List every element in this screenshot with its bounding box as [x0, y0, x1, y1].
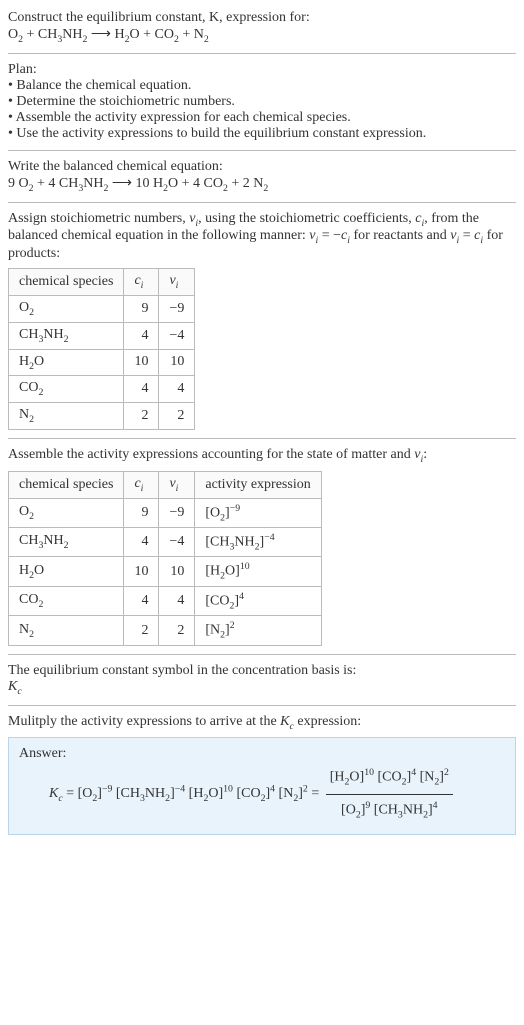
plan-bullet-2: • Determine the stoichiometric numbers.	[8, 94, 235, 109]
divider	[8, 705, 516, 706]
vi-cell: −4	[159, 528, 195, 557]
vi-cell: 2	[159, 403, 195, 430]
assemble-text: Assemble the activity expressions accoun…	[8, 447, 516, 465]
table-row: H2O 10 10	[9, 349, 195, 376]
vi-cell: −9	[159, 295, 195, 322]
table-header-row: chemical species ci νi activity expressi…	[9, 471, 322, 498]
divider	[8, 438, 516, 439]
ci-cell: 4	[124, 322, 159, 349]
table-row: CH3NH2 4 −4	[9, 322, 195, 349]
kc-symbol-text: The equilibrium constant symbol in the c…	[8, 663, 516, 697]
ci-cell: 10	[124, 557, 159, 586]
col-species: chemical species	[9, 471, 124, 498]
prompt: Construct the equilibrium constant, K, e…	[8, 10, 516, 45]
divider	[8, 654, 516, 655]
ci-cell: 9	[124, 498, 159, 527]
divider	[8, 53, 516, 54]
activity-table: chemical species ci νi activity expressi…	[8, 471, 322, 646]
ci-cell: 10	[124, 349, 159, 376]
plan-bullet-1: • Balance the chemical equation.	[8, 78, 191, 93]
species-cell: CH3NH2	[9, 322, 124, 349]
activity-cell: [H2O]10	[195, 557, 321, 586]
col-activity: activity expression	[195, 471, 321, 498]
kc-numerator: [H2O]10 [CO2]4 [N2]2	[326, 762, 453, 794]
balanced-title: Write the balanced chemical equation:	[8, 159, 223, 174]
species-cell: CO2	[9, 586, 124, 615]
table-row: N2 2 2 [N2]2	[9, 616, 322, 645]
species-cell: O2	[9, 295, 124, 322]
species-cell: CO2	[9, 376, 124, 403]
assign-text: Assign stoichiometric numbers, νi, using…	[8, 211, 516, 263]
ci-cell: 4	[124, 586, 159, 615]
species-cell: O2	[9, 498, 124, 527]
kc-denominator: [O2]9 [CH3NH2]4	[326, 795, 453, 826]
plan: Plan: • Balance the chemical equation. •…	[8, 62, 516, 142]
balanced-equation: 9 O2 + 4 CH3NH2 ⟶ 10 H2O + 4 CO2 + 2 N2	[8, 176, 268, 191]
species-cell: H2O	[9, 349, 124, 376]
col-species: chemical species	[9, 269, 124, 296]
ci-cell: 4	[124, 376, 159, 403]
kc-expression: Kc = [O2]−9 [CH3NH2]−4 [H2O]10 [CO2]4 [N…	[19, 762, 505, 826]
vi-cell: −9	[159, 498, 195, 527]
table-header-row: chemical species ci νi	[9, 269, 195, 296]
table-row: CH3NH2 4 −4 [CH3NH2]−4	[9, 528, 322, 557]
activity-cell: [N2]2	[195, 616, 321, 645]
multiply-text: Mulitply the activity expressions to arr…	[8, 714, 516, 732]
activity-cell: [CH3NH2]−4	[195, 528, 321, 557]
balanced-section: Write the balanced chemical equation: 9 …	[8, 159, 516, 194]
table-row: N2 2 2	[9, 403, 195, 430]
stoich-table: chemical species ci νi O2 9 −9 CH3NH2 4 …	[8, 268, 195, 430]
species-cell: CH3NH2	[9, 528, 124, 557]
ci-cell: 2	[124, 616, 159, 645]
col-ci: ci	[124, 471, 159, 498]
vi-cell: −4	[159, 322, 195, 349]
col-vi: νi	[159, 269, 195, 296]
vi-cell: 4	[159, 376, 195, 403]
vi-cell: 10	[159, 557, 195, 586]
plan-bullet-4: • Use the activity expressions to build …	[8, 126, 426, 141]
kc-symbol: Kc	[8, 679, 22, 694]
col-ci: ci	[124, 269, 159, 296]
ci-cell: 4	[124, 528, 159, 557]
plan-bullet-3: • Assemble the activity expression for e…	[8, 110, 351, 125]
table-row: H2O 10 10 [H2O]10	[9, 557, 322, 586]
table-row: O2 9 −9	[9, 295, 195, 322]
vi-cell: 2	[159, 616, 195, 645]
species-cell: N2	[9, 403, 124, 430]
divider	[8, 150, 516, 151]
ci-cell: 2	[124, 403, 159, 430]
species-cell: H2O	[9, 557, 124, 586]
ci-cell: 9	[124, 295, 159, 322]
divider	[8, 202, 516, 203]
activity-cell: [CO2]4	[195, 586, 321, 615]
answer-label: Answer:	[19, 746, 505, 762]
table-row: O2 9 −9 [O2]−9	[9, 498, 322, 527]
table-row: CO2 4 4 [CO2]4	[9, 586, 322, 615]
vi-cell: 10	[159, 349, 195, 376]
activity-cell: [O2]−9	[195, 498, 321, 527]
species-cell: N2	[9, 616, 124, 645]
table-row: CO2 4 4	[9, 376, 195, 403]
plan-title: Plan:	[8, 62, 37, 77]
prompt-line1: Construct the equilibrium constant, K, e…	[8, 10, 310, 25]
col-vi: νi	[159, 471, 195, 498]
answer-box: Answer: Kc = [O2]−9 [CH3NH2]−4 [H2O]10 […	[8, 737, 516, 835]
unbalanced-equation: O2 + CH3NH2 ⟶ H2O + CO2 + N2	[8, 27, 209, 42]
kc-fraction: [H2O]10 [CO2]4 [N2]2 [O2]9 [CH3NH2]4	[326, 762, 453, 826]
vi-cell: 4	[159, 586, 195, 615]
